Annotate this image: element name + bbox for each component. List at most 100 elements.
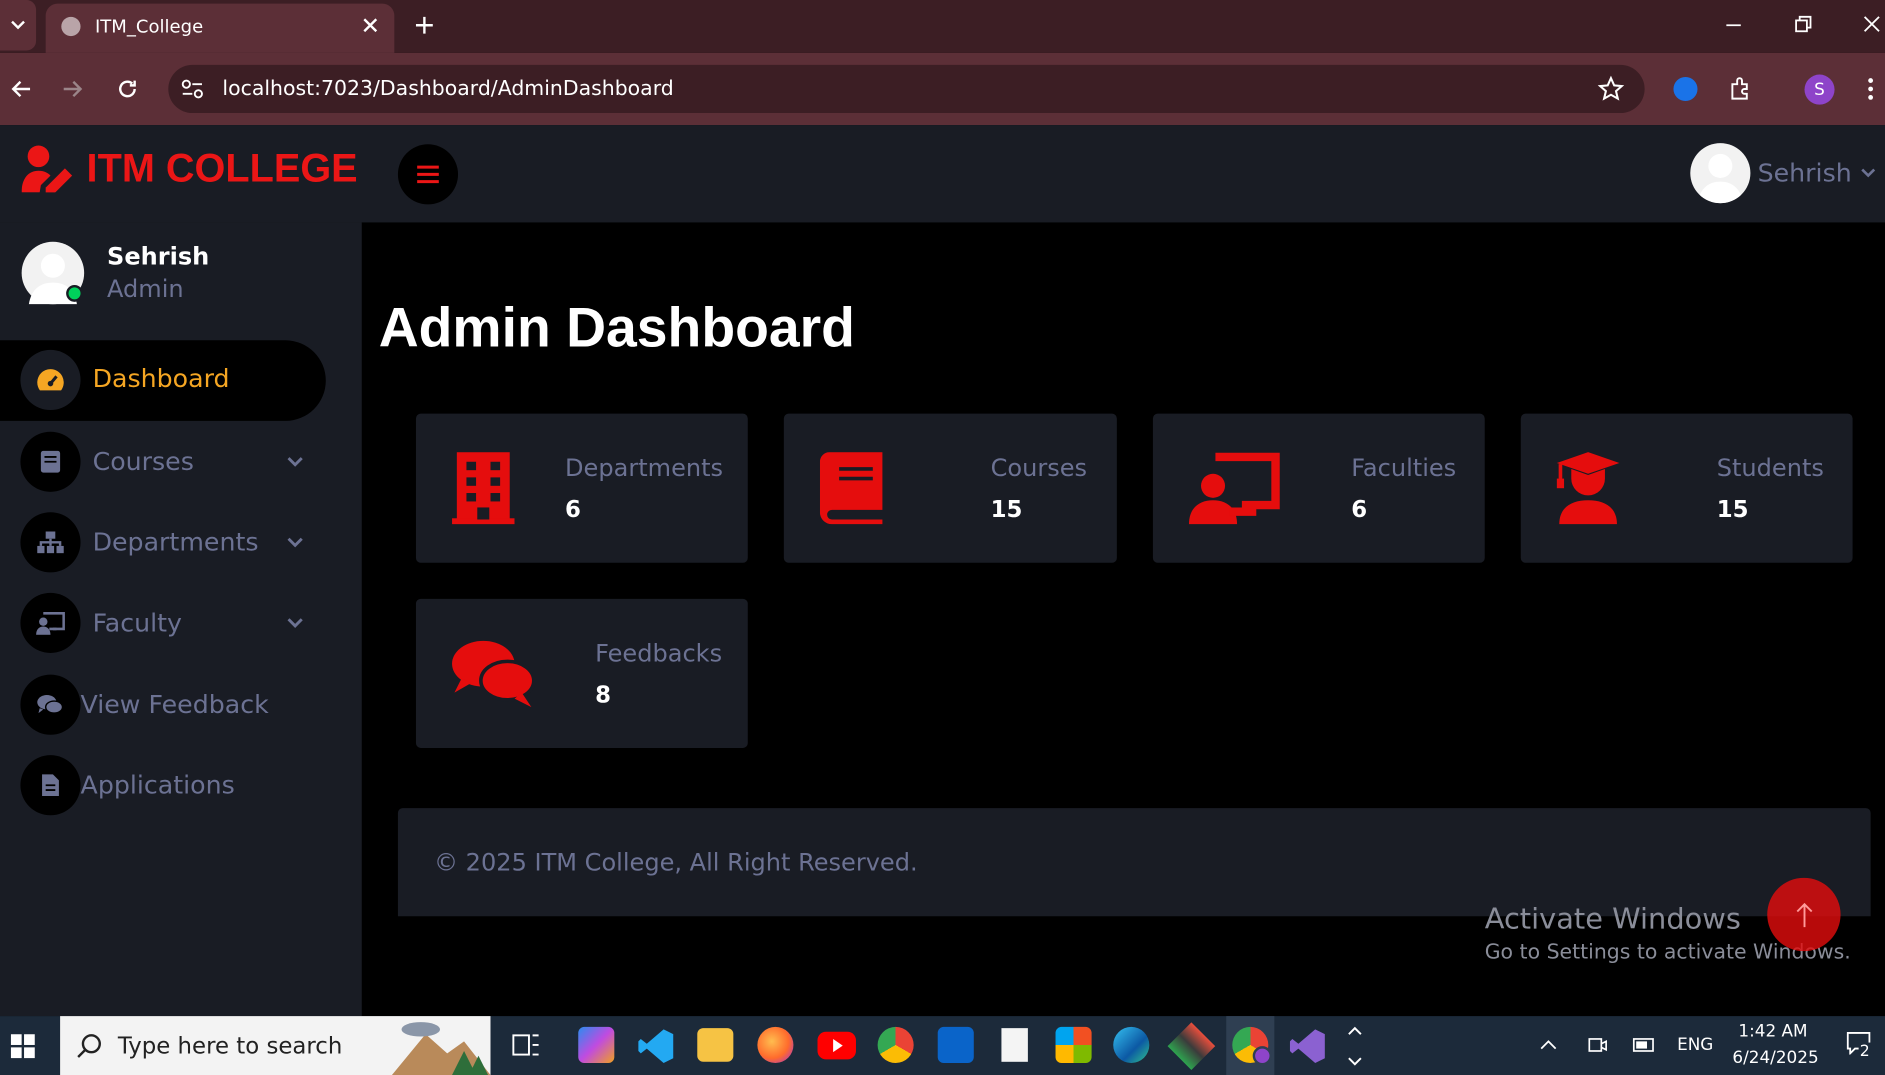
notepad-icon[interactable] <box>1001 1028 1028 1062</box>
reload-icon[interactable] <box>117 78 139 100</box>
book-icon <box>40 450 61 473</box>
chrome-active-icon[interactable] <box>1226 1016 1275 1075</box>
clock-time[interactable]: 1:42 AM <box>1738 1022 1807 1041</box>
git-tool-icon[interactable] <box>1167 1022 1216 1070</box>
chevron-down-icon <box>11 20 25 30</box>
brand[interactable]: ITM COLLEGE <box>21 144 358 193</box>
system-tray: ENG 1:42 AM 6/24/2025 2 <box>1527 1016 1885 1075</box>
sidebar-item-dashboard[interactable]: Dashboard <box>0 340 326 421</box>
sidebar-icon-wrap <box>20 674 81 735</box>
chrome-icon[interactable] <box>877 1026 914 1064</box>
edge-icon[interactable] <box>1113 1026 1150 1064</box>
brand-name: ITM COLLEGE <box>86 145 358 190</box>
browser-tab-bar: ITM_College <box>0 0 1885 53</box>
sidebar-profile-name: Sehrish <box>106 241 210 271</box>
sidebar-icon-wrap <box>20 512 81 573</box>
card-label: Courses <box>990 453 1088 483</box>
user-menu[interactable]: Sehrish <box>1690 143 1876 204</box>
minimize-icon[interactable] <box>1724 17 1743 34</box>
chevron-down-icon <box>287 457 303 467</box>
stat-card-departments[interactable]: Departments 6 <box>415 413 748 563</box>
sidebar-item-departments[interactable]: Departments <box>0 512 326 575</box>
back-arrow-icon[interactable] <box>10 79 32 98</box>
notification-center-button[interactable]: 2 <box>1845 1031 1876 1062</box>
firefox-icon[interactable] <box>757 1026 794 1064</box>
stat-card-feedbacks[interactable]: Feedbacks 8 <box>415 598 748 748</box>
card-value: 15 <box>990 496 1023 524</box>
arrow-up-icon <box>1796 902 1812 927</box>
close-window-icon[interactable] <box>1862 14 1881 33</box>
close-tab-icon[interactable] <box>362 17 379 34</box>
online-status-dot <box>66 284 83 302</box>
sidebar: Sehrish Admin Dashboard Courses Departme… <box>0 222 362 1017</box>
sidebar-item-faculty[interactable]: Faculty <box>0 592 326 656</box>
stat-card-faculties[interactable]: Faculties 6 <box>1152 413 1485 563</box>
address-bar[interactable]: localhost:7023/Dashboard/AdminDashboard <box>168 64 1645 114</box>
language-indicator[interactable]: ENG <box>1677 1035 1713 1054</box>
sidebar-icon-wrap <box>20 431 81 492</box>
main-content: Admin Dashboard Departments 6 Courses 15 <box>361 222 1885 1017</box>
forward-arrow-icon[interactable] <box>63 79 85 98</box>
microsoft-store-icon[interactable] <box>1055 1026 1092 1064</box>
chalkboard-teacher-icon <box>36 611 65 635</box>
sidebar-profile: Sehrish Admin <box>21 241 347 307</box>
browser-toolbar: localhost:7023/Dashboard/AdminDashboard … <box>0 52 1885 126</box>
building-icon <box>452 452 515 525</box>
sidebar-item-applications[interactable]: Applications <box>0 755 326 818</box>
sidebar-item-label: Dashboard <box>92 364 230 394</box>
restore-icon[interactable] <box>1794 14 1813 33</box>
chevron-up-icon[interactable] <box>1539 1039 1558 1051</box>
app-header: ITM COLLEGE Sehrish <box>0 125 1885 223</box>
card-value: 6 <box>1351 496 1368 524</box>
search-icon <box>77 1034 101 1058</box>
bookmark-star-icon[interactable] <box>1597 75 1625 102</box>
visual-studio-icon[interactable] <box>1289 1027 1327 1065</box>
tab-list-dropdown[interactable] <box>0 0 37 51</box>
graduate-icon <box>1556 452 1620 525</box>
file-icon <box>42 774 59 797</box>
file-explorer-icon[interactable] <box>697 1028 734 1062</box>
stat-card-courses[interactable]: Courses 15 <box>783 413 1117 563</box>
sidebar-profile-role: Admin <box>106 274 184 304</box>
vscode-icon[interactable] <box>637 1027 675 1065</box>
header-avatar <box>1690 143 1751 204</box>
clock-date[interactable]: 6/24/2025 <box>1732 1049 1818 1068</box>
copilot-icon[interactable] <box>578 1026 615 1064</box>
site-info-icon[interactable] <box>180 78 204 100</box>
browser-menu-icon[interactable] <box>1867 77 1874 101</box>
globe-icon <box>61 16 81 37</box>
stat-card-students[interactable]: Students 15 <box>1520 413 1853 563</box>
book-icon <box>819 452 883 525</box>
taskbar-scroll[interactable] <box>1344 1020 1366 1073</box>
browser-tab-active[interactable]: ITM_College <box>45 3 395 53</box>
outlook-icon[interactable] <box>937 1026 974 1064</box>
scroll-arrows-icon <box>1348 1026 1362 1066</box>
sidebar-item-view-feedback[interactable]: View Feedback <box>0 674 326 738</box>
extensions-puzzle-icon[interactable] <box>1728 76 1754 102</box>
card-value: 8 <box>595 681 611 709</box>
meet-now-icon[interactable] <box>1587 1034 1609 1056</box>
hamburger-menu-icon <box>417 165 439 184</box>
sidebar-item-label: Applications <box>80 770 235 800</box>
comments-icon <box>37 695 64 714</box>
sidebar-icon-wrap <box>20 349 81 411</box>
sidebar-item-courses[interactable]: Courses <box>0 431 326 495</box>
taskbar-search-box[interactable]: Type here to search <box>60 1016 491 1075</box>
profile-avatar[interactable]: S <box>1804 74 1835 105</box>
battery-icon[interactable] <box>1630 1035 1656 1054</box>
user-edit-icon <box>21 145 73 193</box>
sidebar-toggle-button[interactable] <box>397 144 459 205</box>
youtube-icon[interactable] <box>817 1031 856 1060</box>
tab-title: ITM_College <box>94 15 204 38</box>
chevron-down-icon <box>287 618 303 628</box>
task-view-icon[interactable] <box>512 1032 541 1058</box>
card-label: Departments <box>565 453 724 483</box>
new-tab-icon[interactable] <box>414 14 436 36</box>
url-text: localhost:7023/Dashboard/AdminDashboard <box>222 76 674 102</box>
card-label: Feedbacks <box>595 638 723 668</box>
extension-icon[interactable] <box>1673 76 1698 102</box>
sidebar-item-label: View Feedback <box>80 690 269 720</box>
sidebar-item-label: Departments <box>92 527 259 557</box>
windows-start-icon[interactable] <box>10 1034 35 1059</box>
back-to-top-button[interactable] <box>1767 877 1841 952</box>
